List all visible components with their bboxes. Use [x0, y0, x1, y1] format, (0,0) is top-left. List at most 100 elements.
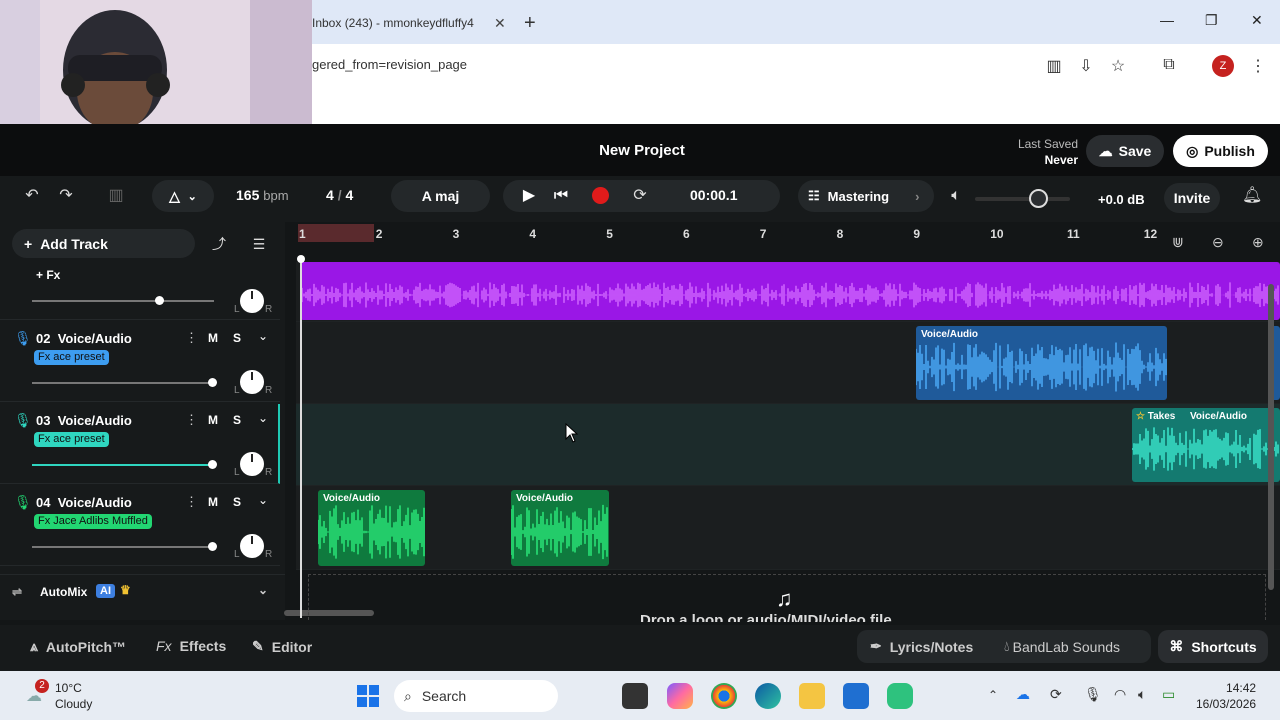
close-tab-icon[interactable]: ✕	[494, 15, 506, 32]
notifications-bell-icon[interactable]: 🔔︎	[1242, 186, 1262, 206]
maximize-icon[interactable]: ❐	[1205, 12, 1218, 29]
lane-01[interactable]	[296, 262, 1280, 322]
shortcuts-button[interactable]: ⌘ Shortcuts	[1158, 630, 1268, 663]
master-volume-slider[interactable]	[975, 197, 1070, 201]
audio-clip[interactable]	[300, 262, 1280, 320]
network-sync-icon[interactable]: ⟳	[1050, 686, 1062, 703]
track-volume-thumb[interactable]	[208, 460, 217, 469]
record-icon[interactable]	[592, 187, 609, 204]
instrument-icon[interactable]: ▥	[106, 186, 126, 206]
redo-icon[interactable]: ↷	[56, 186, 76, 206]
track-volume-slider[interactable]	[32, 382, 214, 384]
onedrive-icon[interactable]: ☁	[1016, 686, 1030, 703]
minimize-icon[interactable]: —	[1160, 12, 1174, 28]
track-menu-icon[interactable]: ⋮	[185, 494, 198, 510]
extensions-icon[interactable]: ⧉	[1159, 56, 1179, 76]
effects-button[interactable]: Fx Effects	[156, 638, 226, 654]
track-volume-thumb[interactable]	[155, 296, 164, 305]
taskbar-search[interactable]: ⌕ Search	[394, 680, 558, 712]
track-header-04[interactable]: 🎙︎ 04 Voice/Audio Fx Jace Adlibs Muffled…	[0, 486, 280, 566]
master-volume-knob[interactable]	[1029, 189, 1048, 208]
lane-02[interactable]: Voice/Audio	[296, 322, 1280, 404]
fx-preset-tag[interactable]: Fx ace preset	[34, 432, 109, 447]
pan-knob[interactable]	[240, 452, 264, 476]
track-lanes[interactable]: Voice/Audio ☆ Takes Voice/Audio Voice/Au…	[296, 262, 1280, 612]
save-button[interactable]: ☁ Save	[1086, 135, 1164, 167]
pan-knob[interactable]	[240, 534, 264, 558]
metronome-button[interactable]: △ ⌄	[152, 180, 214, 212]
loop-icon[interactable]: ⟳	[630, 186, 650, 206]
track-menu-icon[interactable]: ⋮	[185, 330, 198, 346]
bandlab-app-icon[interactable]	[887, 683, 913, 709]
volume-tray-icon[interactable]: 🔈︎	[1138, 686, 1146, 703]
add-fx-label[interactable]: + Fx	[36, 268, 60, 282]
wifi-icon[interactable]: ◠	[1114, 686, 1126, 703]
track-volume-thumb[interactable]	[208, 542, 217, 551]
audio-clip[interactable]: Voice/Audio	[318, 490, 425, 566]
battery-icon[interactable]: ▭	[1162, 686, 1175, 703]
lane-03[interactable]: ☆ Takes Voice/Audio	[296, 404, 1280, 486]
track-menu-icon[interactable]: ⋮	[185, 412, 198, 428]
mastering-button[interactable]: ☷ Mastering ›	[798, 180, 934, 212]
weather-widget[interactable]: 10°C Cloudy	[55, 680, 92, 712]
editor-button[interactable]: ✎ Editor	[252, 638, 312, 655]
browser-tab[interactable]: Inbox (243) - mmonkeydfluffy4 ✕	[312, 6, 514, 40]
taskbar-clock[interactable]: 14:42 16/03/2026	[1196, 680, 1256, 712]
automix-row[interactable]: ⇌ AutoMix AI ♛ ⌄	[0, 574, 285, 608]
key-selector[interactable]: A maj	[391, 180, 490, 212]
chevron-down-icon[interactable]: ⌄	[258, 583, 268, 597]
playhead-handle[interactable]	[297, 255, 305, 263]
track-name[interactable]: 04 Voice/Audio	[36, 495, 132, 510]
install-app-icon[interactable]: ⇩	[1076, 56, 1096, 76]
close-window-icon[interactable]: ✕	[1251, 12, 1263, 29]
playhead[interactable]	[300, 258, 302, 618]
fx-preset-tag[interactable]: Fx ace preset	[34, 350, 109, 365]
time-signature[interactable]: 4 / 4	[326, 187, 353, 203]
browser-menu-icon[interactable]: ⋮	[1248, 56, 1268, 76]
speaker-icon[interactable]: 🔈︎	[946, 186, 966, 206]
track-volume-slider[interactable]	[32, 546, 214, 548]
chevron-down-icon[interactable]: ⌄	[258, 493, 268, 507]
undo-icon[interactable]: ↶	[22, 186, 42, 206]
track-volume-thumb[interactable]	[208, 378, 217, 387]
start-windows-icon[interactable]	[356, 684, 380, 708]
audio-clip-takes[interactable]: ☆ Takes Voice/Audio	[1132, 408, 1280, 482]
copilot-icon[interactable]	[667, 683, 693, 709]
profile-avatar[interactable]: Z	[1212, 55, 1234, 77]
play-icon[interactable]: ▶	[519, 186, 539, 206]
bandlab-sounds-button[interactable]: 💧︎ BandLab Sounds	[1004, 638, 1120, 655]
solo-button[interactable]: S	[227, 331, 247, 345]
reading-mode-icon[interactable]: ▥	[1044, 56, 1064, 76]
track-name[interactable]: 03 Voice/Audio	[36, 413, 132, 428]
file-explorer-icon[interactable]	[799, 683, 825, 709]
microphone-tray-icon[interactable]: 🎙︎	[1084, 686, 1102, 703]
chevron-down-icon[interactable]: ⌄	[258, 329, 268, 343]
pan-knob[interactable]	[240, 289, 264, 313]
new-tab-icon[interactable]: +	[524, 12, 536, 35]
track-name[interactable]: 02 Voice/Audio	[36, 331, 132, 346]
vertical-scrollbar[interactable]	[1268, 284, 1274, 590]
microsoft-store-icon[interactable]	[843, 683, 869, 709]
pan-knob[interactable]	[240, 370, 264, 394]
chevron-up-icon[interactable]: ⌃	[988, 688, 998, 702]
task-view-icon[interactable]	[622, 683, 648, 709]
address-bar[interactable]: gered_from=revision_page	[312, 57, 467, 72]
edge-icon[interactable]	[755, 683, 781, 709]
bookmark-star-icon[interactable]: ☆	[1108, 56, 1128, 76]
magnet-snap-icon[interactable]: ⋓	[1172, 234, 1184, 251]
project-title[interactable]: New Project	[560, 142, 724, 159]
track-header-02[interactable]: 🎙︎ 02 Voice/Audio Fx ace preset ⋮ M S ⌄ …	[0, 322, 280, 402]
fx-preset-tag[interactable]: Fx Jace Adlibs Muffled	[34, 514, 152, 529]
publish-button[interactable]: ◎ Publish	[1173, 135, 1268, 167]
bpm-control[interactable]: 165 bpm	[236, 187, 289, 203]
lyrics-notes-button[interactable]: ✒ Lyrics/Notes	[870, 638, 973, 655]
track-volume-slider[interactable]	[32, 464, 214, 466]
mute-button[interactable]: M	[203, 413, 223, 427]
track-volume-slider[interactable]	[32, 300, 214, 302]
track-header-01[interactable]: + Fx L R	[0, 262, 280, 320]
mute-button[interactable]: M	[203, 331, 223, 345]
autopitch-button[interactable]: ⩓ AutoPitch™	[30, 638, 126, 655]
audio-clip[interactable]: Voice/Audio	[511, 490, 609, 566]
track-header-03[interactable]: 🎙︎ 03 Voice/Audio Fx ace preset ⋮ M S ⌄ …	[0, 404, 280, 484]
chrome-icon[interactable]	[711, 683, 737, 709]
